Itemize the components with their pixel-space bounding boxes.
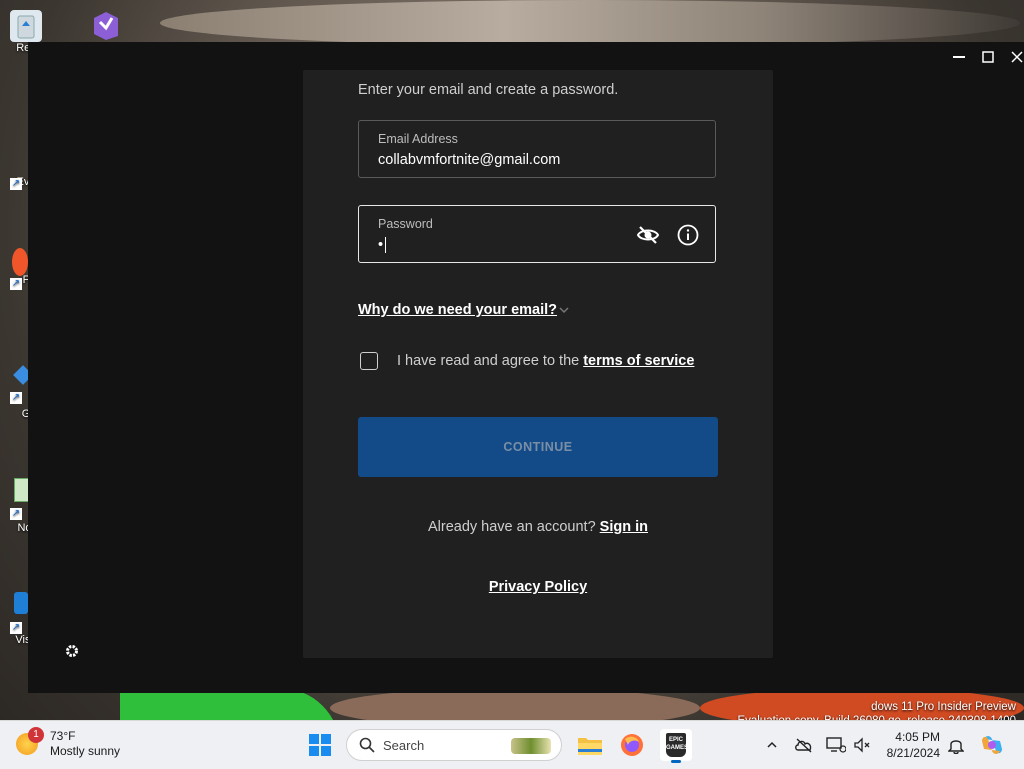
bell-icon — [948, 740, 964, 754]
chevron-down-icon[interactable] — [558, 304, 570, 316]
email-label: Email Address — [378, 132, 458, 146]
info-icon — [677, 224, 699, 246]
signup-card: Enter your email and create a password. … — [303, 70, 773, 658]
epic-games-label: EPIC GAMES — [666, 737, 689, 751]
privacy-policy-link[interactable]: Privacy Policy — [303, 579, 773, 595]
password-mask: • — [378, 237, 384, 253]
shortcut-arrow-icon: ↗ — [10, 392, 22, 404]
terms-of-service-link[interactable]: terms of service — [583, 353, 694, 369]
visual-studio-icon — [90, 8, 122, 40]
settings-gear-icon[interactable] — [64, 643, 80, 659]
weather-temp: 73°F — [50, 729, 76, 743]
email-value[interactable]: collabvmfortnite@gmail.com — [378, 152, 560, 168]
taskbar: 1 73°F Mostly sunny Search EPIC GAMES 4:… — [0, 720, 1024, 769]
search-icon — [359, 737, 375, 753]
password-info-button[interactable] — [676, 223, 700, 247]
copilot-button[interactable] — [980, 733, 1004, 757]
notification-badge: 1 — [28, 727, 44, 743]
close-button[interactable] — [1000, 42, 1024, 72]
shortcut-arrow-icon: ↗ — [10, 278, 22, 290]
terms-checkbox[interactable] — [360, 352, 378, 370]
desktop-wallpaper-top — [160, 0, 1020, 46]
desktop-icon-visual-studio[interactable] — [86, 8, 126, 40]
shortcut-arrow-icon: ↗ — [10, 508, 22, 520]
clock-time: 4:05 PM — [895, 730, 940, 744]
taskbar-search[interactable]: Search — [346, 729, 562, 761]
terms-text: I have read and agree to the — [397, 353, 580, 369]
password-field[interactable]: Password • — [358, 205, 716, 263]
network-tray-icon[interactable] — [826, 735, 846, 755]
start-button[interactable] — [308, 733, 332, 757]
onedrive-tray-icon[interactable] — [794, 735, 814, 755]
sun-icon: 1 — [16, 727, 44, 755]
file-explorer-app[interactable] — [574, 729, 606, 761]
close-icon — [1011, 51, 1023, 63]
epic-games-app[interactable]: EPIC GAMES — [660, 729, 692, 763]
already-text: Already have an account? — [427, 519, 596, 535]
volume-tray-icon[interactable] — [852, 735, 872, 755]
password-value[interactable]: • — [378, 237, 387, 254]
password-label: Password — [378, 217, 433, 231]
weather-condition: Mostly sunny — [50, 744, 121, 758]
speaker-muted-icon — [854, 737, 870, 753]
clock-date: 8/21/2024 — [886, 746, 940, 760]
minimize-icon — [953, 56, 965, 58]
weather-text: 73°F Mostly sunny — [50, 729, 120, 759]
email-field[interactable]: Email Address collabvmfortnite@gmail.com — [358, 120, 716, 178]
monitor-icon — [826, 737, 846, 753]
folder-icon — [578, 738, 602, 755]
firefox-icon — [12, 248, 28, 276]
watermark-line-1: dows 11 Pro Insider Preview — [871, 701, 1016, 713]
epic-launcher-window: Enter your email and create a password. … — [28, 42, 1024, 693]
epic-games-icon: EPIC GAMES — [666, 733, 689, 757]
search-highlight-image — [511, 738, 551, 754]
show-hidden-icons-button[interactable] — [762, 735, 782, 755]
text-caret — [385, 237, 387, 254]
copilot-icon — [982, 736, 1002, 754]
signup-subtitle: Enter your email and create a password. — [358, 82, 619, 98]
chevron-up-icon — [767, 741, 777, 748]
cloud-offline-icon — [795, 738, 812, 753]
continue-button[interactable]: CONTINUE — [358, 417, 718, 477]
vscode-icon — [14, 592, 28, 614]
search-placeholder: Search — [383, 738, 425, 753]
taskbar-clock[interactable]: 4:05 PM 8/21/2024 — [880, 729, 940, 761]
shortcut-arrow-icon: ↗ — [10, 622, 22, 634]
weather-widget[interactable]: 1 73°F Mostly sunny — [16, 727, 120, 759]
why-email-link[interactable]: Why do we need your email? — [358, 302, 557, 318]
eye-off-icon — [636, 226, 660, 244]
recycle-bin-icon — [10, 10, 42, 42]
firefox-icon — [621, 734, 643, 756]
shortcut-arrow-icon: ↗ — [10, 178, 22, 190]
firefox-app[interactable] — [616, 729, 648, 761]
terms-row: I have read and agree to the terms of se… — [360, 350, 694, 372]
maximize-icon — [982, 51, 994, 63]
already-have-account: Already have an account? Sign in — [303, 519, 773, 535]
active-app-indicator — [671, 760, 681, 763]
sign-in-link[interactable]: Sign in — [600, 519, 648, 535]
notifications-button[interactable] — [946, 735, 966, 755]
toggle-password-visibility-button[interactable] — [636, 223, 660, 247]
